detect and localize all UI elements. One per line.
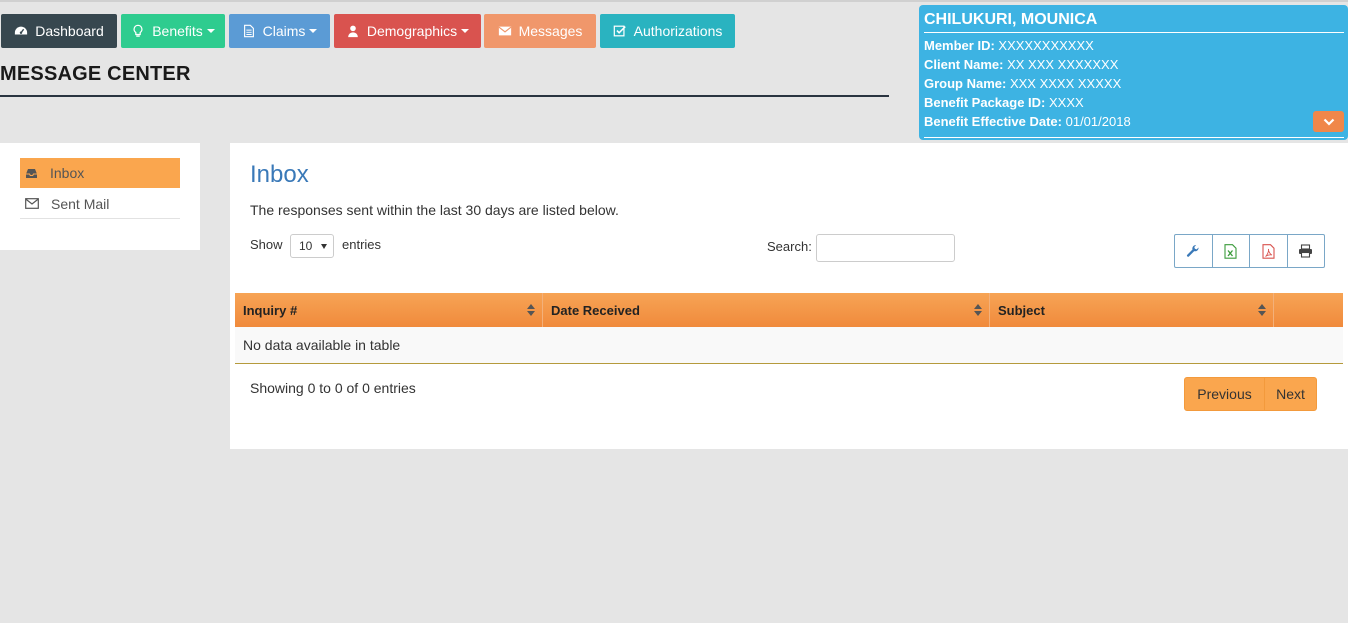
nav-dashboard-button[interactable]: Dashboard: [1, 14, 117, 48]
previous-page-button[interactable]: Previous: [1184, 377, 1265, 411]
column-header-actions: [1274, 293, 1343, 327]
nav-claims-button[interactable]: Claims: [229, 14, 330, 48]
column-settings-button[interactable]: [1174, 234, 1213, 268]
empty-table-message: No data available in table: [243, 337, 401, 353]
member-id-row: Member ID: XXXXXXXXXXX: [924, 36, 1343, 55]
next-page-button[interactable]: Next: [1264, 377, 1317, 411]
column-header-subject[interactable]: Subject: [990, 293, 1274, 327]
check-square-icon: [613, 25, 626, 37]
document-icon: [243, 24, 254, 38]
column-header-label: Inquiry #: [243, 302, 298, 318]
member-id-value: XXXXXXXXXXX: [998, 38, 1094, 53]
nav-demographics-label: Demographics: [366, 23, 458, 39]
column-header-inquiry[interactable]: Inquiry #: [235, 293, 543, 327]
nav-benefits-button[interactable]: Benefits: [121, 14, 225, 48]
print-icon: [1299, 244, 1313, 258]
inbox-title: Inbox: [250, 161, 309, 188]
sort-icon: [527, 304, 535, 316]
nav-messages-button[interactable]: Messages: [484, 14, 596, 48]
nav-messages-label: Messages: [518, 23, 583, 39]
show-label: Show: [250, 237, 283, 252]
sort-icon: [1258, 304, 1266, 316]
pagination: Previous Next: [1184, 377, 1317, 411]
nav-benefits-label: Benefits: [152, 23, 203, 39]
inbox-panel: Inbox The responses sent within the last…: [230, 143, 1348, 449]
export-toolbar: [1174, 234, 1325, 268]
benefit-package-value: XXXX: [1049, 95, 1084, 110]
group-name-label: Group Name:: [924, 76, 1007, 91]
excel-icon: [1224, 243, 1237, 259]
member-id-label: Member ID:: [924, 38, 995, 53]
nav-demographics-button[interactable]: Demographics: [334, 14, 481, 48]
nav-dashboard-label: Dashboard: [35, 23, 104, 39]
title-divider: [0, 95, 889, 97]
nav-authorizations-label: Authorizations: [633, 23, 723, 39]
export-pdf-button[interactable]: [1249, 234, 1288, 268]
sidebar-item-sent-mail[interactable]: Sent Mail: [20, 189, 180, 219]
benefit-package-label: Benefit Package ID:: [924, 95, 1046, 110]
column-header-date-received[interactable]: Date Received: [543, 293, 990, 327]
table-header: Inquiry # Date Received Subject: [235, 293, 1343, 327]
chevron-down-icon: [206, 29, 215, 33]
message-sidebar: Inbox Sent Mail: [0, 143, 200, 250]
member-expand-button[interactable]: [1313, 111, 1344, 132]
sidebar-item-label: Sent Mail: [51, 195, 110, 212]
export-excel-button[interactable]: [1211, 234, 1250, 268]
search-input[interactable]: [816, 234, 955, 262]
column-header-label: Subject: [998, 302, 1045, 318]
nav-authorizations-button[interactable]: Authorizations: [600, 14, 735, 48]
chevron-down-icon: [461, 29, 470, 33]
sidebar-item-inbox[interactable]: Inbox: [20, 158, 180, 188]
member-info-card: CHILUKURI, MOUNICA Member ID: XXXXXXXXXX…: [919, 5, 1348, 140]
sidebar-item-label: Inbox: [50, 165, 85, 181]
group-name-value: XXX XXXX XXXXX: [1009, 76, 1122, 91]
chevron-down-icon: [309, 29, 318, 33]
member-name: CHILUKURI, MOUNICA: [924, 11, 1344, 33]
client-name-value: XX XXX XXXXXXX: [1007, 57, 1119, 72]
envelope-icon: [25, 198, 39, 209]
user-icon: [348, 25, 358, 38]
dashboard-icon: [15, 26, 28, 35]
group-name-row: Group Name: XXX XXXX XXXXX: [924, 74, 1343, 93]
print-button[interactable]: [1286, 234, 1325, 268]
envelope-icon: [498, 26, 512, 36]
benefit-effective-date-value: 01/01/2018: [1065, 114, 1131, 129]
table-row: No data available in table: [235, 327, 1343, 364]
lightbulb-icon: [133, 24, 143, 37]
column-header-label: Date Received: [551, 302, 640, 318]
table-info: Showing 0 to 0 of 0 entries: [250, 380, 416, 396]
nav-claims-label: Claims: [262, 23, 306, 39]
client-name-row: Client Name: XX XXX XXXXXXX: [924, 55, 1343, 74]
page-length-value: 10: [299, 239, 313, 253]
sort-icon: [974, 304, 982, 316]
top-border: [0, 0, 1348, 2]
benefit-effective-date-row: Benefit Effective Date: 01/01/2018: [924, 112, 1343, 131]
benefit-package-row: Benefit Package ID: XXXX: [924, 93, 1343, 112]
page-length-select[interactable]: 10: [290, 234, 334, 258]
inbox-icon: [26, 168, 37, 178]
wrench-icon: [1187, 245, 1199, 257]
inbox-table: Inquiry # Date Received Subject No data …: [235, 293, 1343, 364]
chevron-down-icon: [321, 244, 327, 249]
entries-label: entries: [342, 237, 382, 252]
client-name-label: Client Name:: [924, 57, 1004, 72]
benefit-effective-date-label: Benefit Effective Date:: [924, 114, 1062, 129]
search-label: Search:: [767, 239, 812, 254]
member-card-divider: [924, 137, 1344, 138]
pdf-icon: [1262, 243, 1275, 259]
chevron-down-icon: [1323, 118, 1334, 126]
inbox-subtitle: The responses sent within the last 30 da…: [250, 202, 619, 218]
page-title: MESSAGE CENTER: [0, 63, 191, 85]
